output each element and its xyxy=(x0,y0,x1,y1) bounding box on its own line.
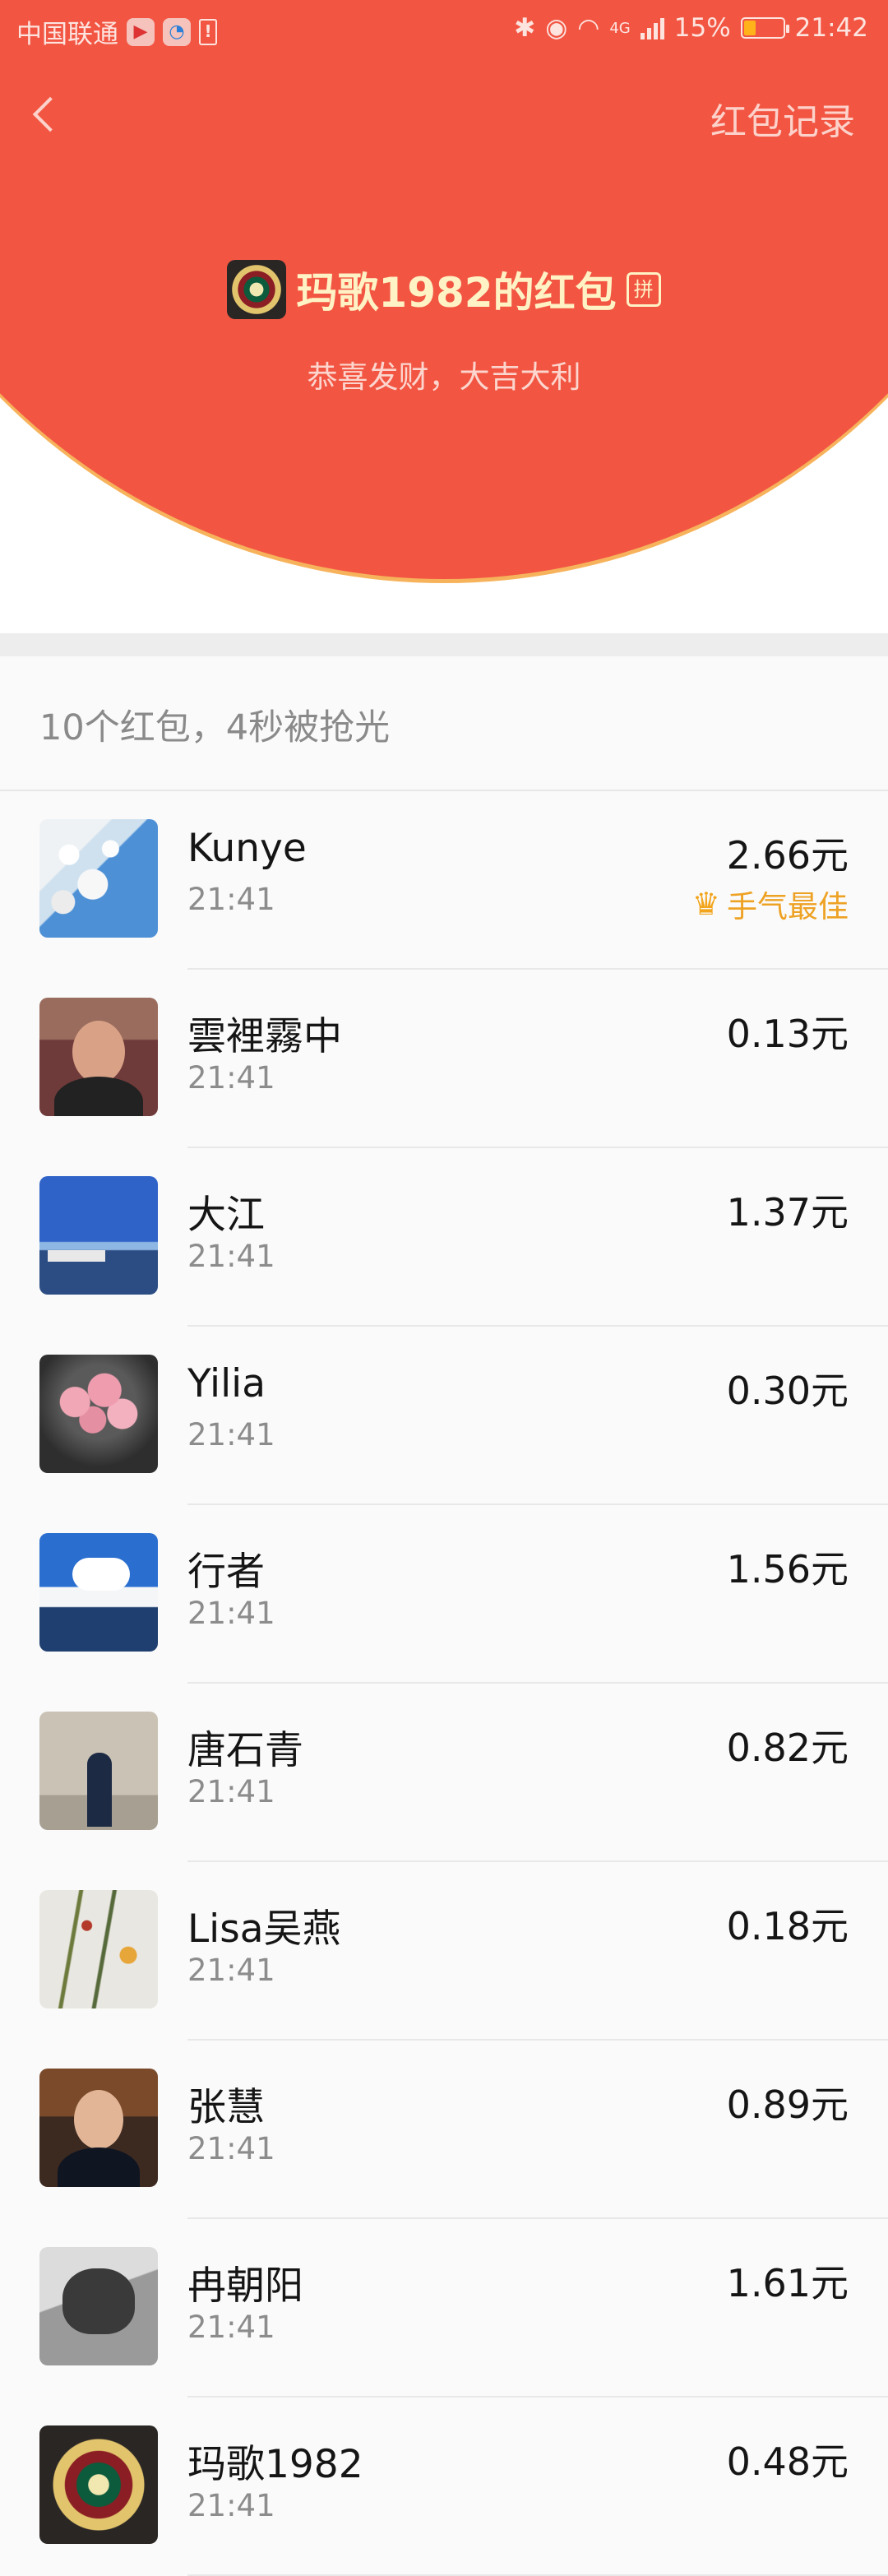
red-packet-record-link[interactable]: 红包记录 xyxy=(710,92,855,145)
warning-icon: ! xyxy=(199,18,217,45)
bluetooth-icon: ✱ xyxy=(514,13,536,43)
sender-avatar xyxy=(227,260,287,319)
receive-time: 21:41 xyxy=(187,882,275,917)
recipient-name: 雲裡霧中 xyxy=(187,1014,342,1059)
list-item[interactable]: Yilia 21:41 0.30元 xyxy=(0,1327,888,1505)
avatar[interactable] xyxy=(39,1176,158,1295)
list-item[interactable]: Kunye 21:41 2.66元 ♛ 手气最佳 xyxy=(0,791,888,970)
app-notification-icon: ▶ xyxy=(127,17,155,46)
recipient-name: 唐石青 xyxy=(187,1728,303,1773)
summary-text: 10个红包，4秒被抢光 xyxy=(39,707,391,748)
recipient-name: 冉朝阳 xyxy=(187,2263,303,2309)
best-luck-label: 手气最佳 xyxy=(727,889,849,924)
amount: 0.82元 xyxy=(726,1726,849,1770)
recipient-name: 行者 xyxy=(187,1550,265,1595)
recipient-name: 大江 xyxy=(187,1193,265,1238)
recipient-name: Yilia xyxy=(187,1361,266,1406)
amount: 1.56元 xyxy=(726,1547,849,1591)
battery-percent: 15% xyxy=(673,13,731,43)
receive-time: 21:41 xyxy=(187,2488,275,2523)
crown-icon: ♛ xyxy=(691,886,720,922)
red-packet-header: 中国联通 ▶ ◔ ! ✱ ◉ ◠ 4G 15% 21:42 红包记录 玛歌198… xyxy=(0,0,888,633)
network-type-label: 4G xyxy=(609,19,631,37)
avatar[interactable] xyxy=(39,2069,158,2187)
avatar[interactable] xyxy=(39,2425,158,2544)
list-item[interactable]: 玛歌1982 21:41 0.48元 xyxy=(0,2398,888,2576)
receive-time: 21:41 xyxy=(187,1596,275,1631)
pin-badge: 拼 xyxy=(626,272,661,307)
clock: 21:42 xyxy=(794,13,868,43)
receive-time: 21:41 xyxy=(187,1953,275,1988)
eye-comfort-icon: ◉ xyxy=(545,13,568,43)
wifi-icon: ◠ xyxy=(577,13,600,43)
receive-time: 21:41 xyxy=(187,1060,275,1096)
amount: 0.18元 xyxy=(726,1904,849,1948)
amount: 1.61元 xyxy=(726,2261,849,2305)
amount: 0.48元 xyxy=(726,2439,849,2484)
receive-time: 21:41 xyxy=(187,2310,275,2345)
best-luck-badge: ♛ 手气最佳 xyxy=(692,882,849,926)
amount: 0.89元 xyxy=(726,2083,849,2127)
avatar[interactable] xyxy=(39,2247,158,2365)
avatar[interactable] xyxy=(39,1712,158,1830)
avatar[interactable] xyxy=(39,1355,158,1473)
list-item[interactable]: 雲裡霧中 21:41 0.13元 xyxy=(0,970,888,1148)
amount: 0.30元 xyxy=(726,1369,849,1413)
receive-time: 21:41 xyxy=(187,1774,275,1809)
amount: 2.66元 xyxy=(726,833,849,878)
back-button[interactable] xyxy=(28,90,61,140)
blessing-text: 恭喜发财，大吉大利 xyxy=(307,359,581,395)
list-item[interactable]: 大江 21:41 1.37元 xyxy=(0,1148,888,1327)
app-notification-icon: ◔ xyxy=(163,17,191,46)
status-bar: 中国联通 ▶ ◔ ! ✱ ◉ ◠ 4G 15% 21:42 xyxy=(0,0,888,59)
list-item[interactable]: 冉朝阳 21:41 1.61元 xyxy=(0,2219,888,2398)
carrier-label: 中国联通 xyxy=(16,20,118,49)
amount: 1.37元 xyxy=(726,1190,849,1235)
recipient-name: Kunye xyxy=(187,826,307,871)
avatar[interactable] xyxy=(39,998,158,1116)
sender-title: 玛歌1982的红包 xyxy=(296,269,617,317)
receive-time: 21:41 xyxy=(187,1239,275,1274)
list-item[interactable]: 张慧 21:41 0.89元 xyxy=(0,2041,888,2219)
amount: 0.13元 xyxy=(726,1012,849,1056)
signal-icon xyxy=(640,16,664,39)
recipient-name: Lisa吴燕 xyxy=(187,1907,341,1952)
receive-time: 21:41 xyxy=(187,2131,275,2166)
list-item[interactable]: Lisa吴燕 21:41 0.18元 xyxy=(0,1862,888,2041)
list-item[interactable]: 唐石青 21:41 0.82元 xyxy=(0,1684,888,1862)
recipient-list: Kunye 21:41 2.66元 ♛ 手气最佳 雲裡霧中 21:41 0.13… xyxy=(0,791,888,2576)
battery-icon xyxy=(740,17,789,39)
list-item[interactable]: 行者 21:41 1.56元 xyxy=(0,1505,888,1684)
recipient-name: 玛歌1982 xyxy=(187,2442,363,2487)
avatar[interactable] xyxy=(39,819,158,938)
receive-time: 21:41 xyxy=(187,1417,275,1452)
sender-title-row: 玛歌1982的红包 拼 xyxy=(0,260,888,319)
section-divider xyxy=(0,633,888,656)
recipient-name: 张慧 xyxy=(187,2085,265,2130)
avatar[interactable] xyxy=(39,1890,158,2008)
avatar[interactable] xyxy=(39,1533,158,1652)
